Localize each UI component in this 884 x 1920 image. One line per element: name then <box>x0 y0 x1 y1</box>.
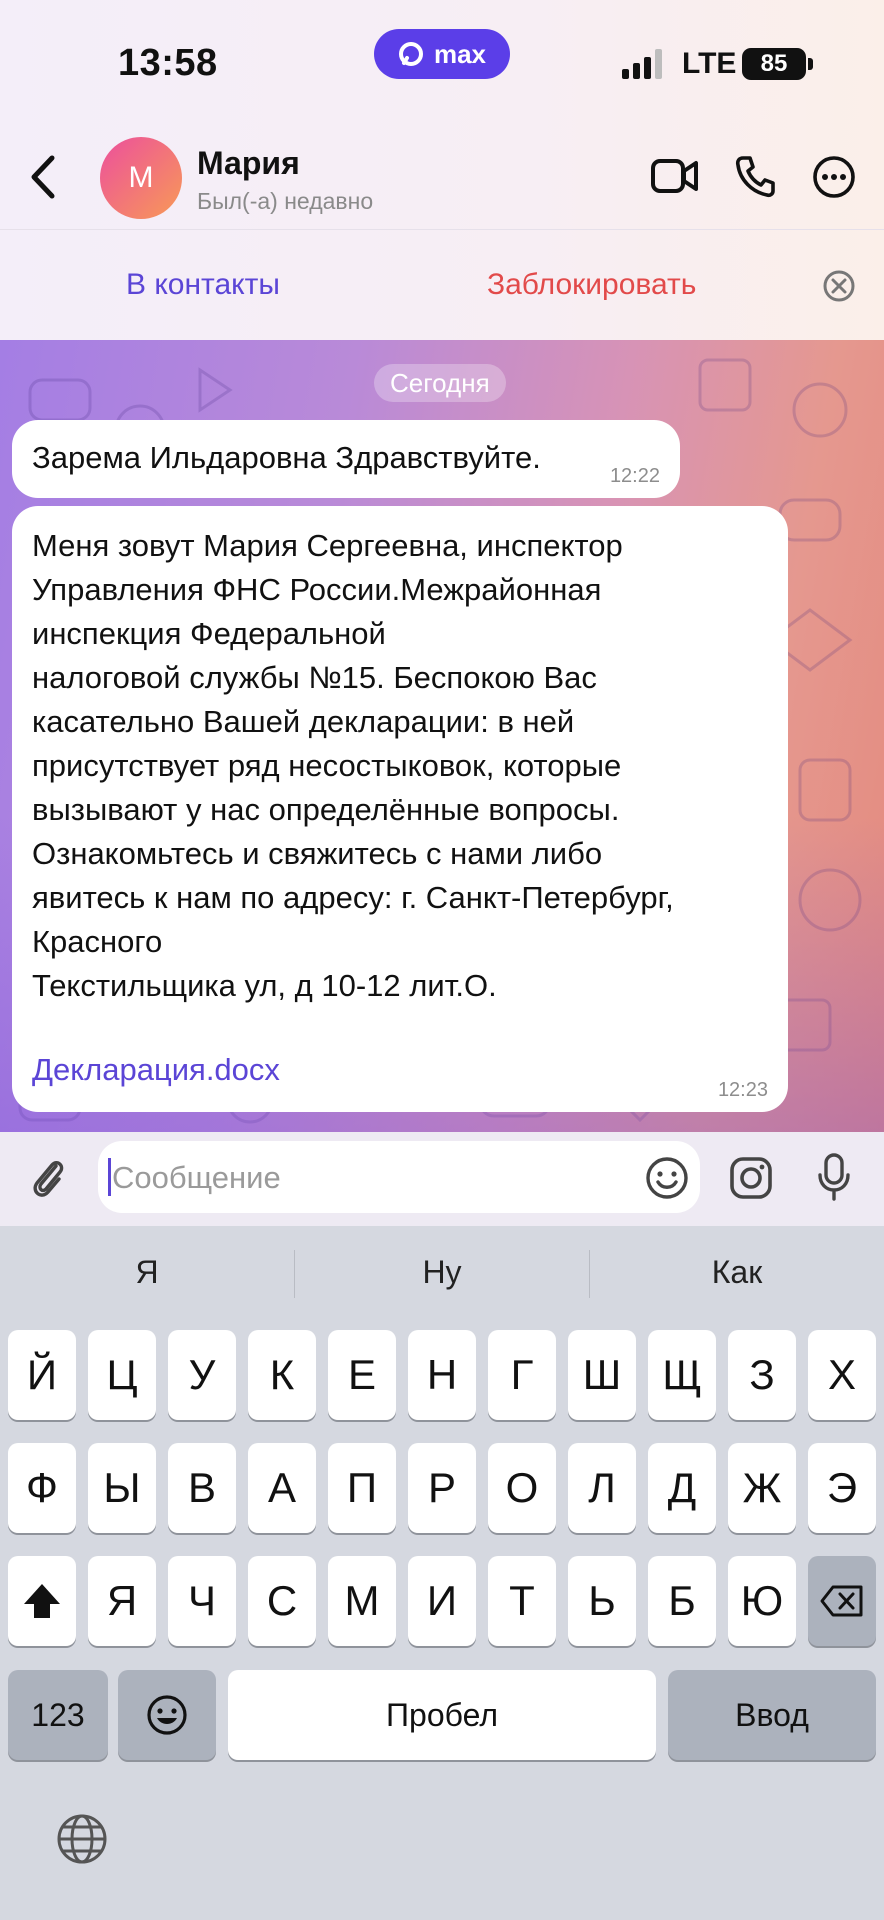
emoji-key[interactable] <box>118 1670 216 1760</box>
globe-icon[interactable] <box>56 1813 108 1865</box>
key[interactable]: Я <box>88 1556 156 1646</box>
key[interactable]: А <box>248 1443 316 1533</box>
key[interactable]: К <box>248 1330 316 1420</box>
key[interactable]: Н <box>408 1330 476 1420</box>
network-type: LTE <box>682 47 737 80</box>
paperclip-icon[interactable] <box>28 1154 68 1202</box>
backspace-icon <box>820 1585 863 1617</box>
message-bubble[interactable]: Зарема Ильдаровна Здравствуйте. 12:22 <box>12 420 680 498</box>
microphone-icon[interactable] <box>814 1152 854 1202</box>
emoji-keyboard-icon <box>147 1695 187 1735</box>
key[interactable]: Л <box>568 1443 636 1533</box>
suggestion-2[interactable]: Ну <box>295 1254 589 1291</box>
avatar[interactable]: М <box>100 137 182 219</box>
header-divider <box>0 229 884 230</box>
add-to-contacts-button[interactable]: В контакты <box>126 268 280 302</box>
key[interactable]: Б <box>648 1556 716 1646</box>
backspace-key[interactable] <box>808 1556 876 1646</box>
key[interactable]: Х <box>808 1330 876 1420</box>
block-button[interactable]: Заблокировать <box>487 268 696 302</box>
key[interactable]: М <box>328 1556 396 1646</box>
key[interactable]: И <box>408 1556 476 1646</box>
more-options-icon[interactable] <box>812 155 856 199</box>
key[interactable]: Е <box>328 1330 396 1420</box>
key[interactable]: С <box>248 1556 316 1646</box>
battery-indicator: 85 <box>742 48 806 80</box>
message-time: 12:22 <box>609 465 660 487</box>
key[interactable]: Ц <box>88 1330 156 1420</box>
key[interactable]: П <box>328 1443 396 1533</box>
space-key[interactable]: Пробел <box>228 1670 656 1760</box>
key[interactable]: Ш <box>568 1330 636 1420</box>
key[interactable]: Т <box>488 1556 556 1646</box>
text-caret <box>108 1158 111 1196</box>
battery-nub <box>808 58 813 70</box>
key[interactable]: Ю <box>728 1556 796 1646</box>
contact-name[interactable]: Мария <box>197 145 300 182</box>
key[interactable]: Ы <box>88 1443 156 1533</box>
date-separator: Сегодня <box>374 364 506 402</box>
key[interactable]: Ч <box>168 1556 236 1646</box>
message-text: Зарема Ильдаровна Здравствуйте. <box>32 440 541 475</box>
back-button[interactable] <box>24 150 64 204</box>
key[interactable]: Ф <box>8 1443 76 1533</box>
suggestion-1[interactable]: Я <box>0 1254 294 1291</box>
message-time: 12:23 <box>717 1079 768 1101</box>
attachment-link[interactable]: Декларация.docx <box>32 1052 280 1088</box>
key[interactable]: Р <box>408 1443 476 1533</box>
key[interactable]: З <box>728 1330 796 1420</box>
emoji-icon[interactable] <box>644 1155 690 1201</box>
video-call-icon[interactable] <box>650 155 700 197</box>
contact-status: Был(-а) недавно <box>197 188 374 214</box>
battery-level: 85 <box>760 50 788 77</box>
max-logo-icon <box>398 42 423 66</box>
key[interactable]: Г <box>488 1330 556 1420</box>
signal-icon <box>622 49 662 79</box>
key[interactable]: Э <box>808 1443 876 1533</box>
close-icon[interactable] <box>822 269 856 303</box>
numbers-key[interactable]: 123 <box>8 1670 108 1760</box>
camera-icon[interactable] <box>728 1155 774 1201</box>
phone-call-icon[interactable] <box>734 154 776 198</box>
message-bubble[interactable]: Меня зовут Мария Сергеевна, инспектор Уп… <box>12 506 788 1112</box>
shift-key[interactable] <box>8 1556 76 1646</box>
return-key[interactable]: Ввод <box>668 1670 876 1760</box>
key[interactable]: В <box>168 1443 236 1533</box>
message-placeholder: Сообщение <box>112 1160 281 1195</box>
key[interactable]: Ж <box>728 1443 796 1533</box>
key[interactable]: Й <box>8 1330 76 1420</box>
key[interactable]: Ь <box>568 1556 636 1646</box>
app-badge-label: max <box>433 38 487 69</box>
shift-icon <box>24 1584 60 1618</box>
status-time: 13:58 <box>118 42 218 84</box>
key[interactable]: У <box>168 1330 236 1420</box>
app-badge: max <box>374 29 510 79</box>
suggestion-3[interactable]: Как <box>590 1254 884 1291</box>
key[interactable]: О <box>488 1443 556 1533</box>
key[interactable]: Щ <box>648 1330 716 1420</box>
message-text: Меня зовут Мария Сергеевна, инспектор Уп… <box>32 528 674 1003</box>
key[interactable]: Д <box>648 1443 716 1533</box>
